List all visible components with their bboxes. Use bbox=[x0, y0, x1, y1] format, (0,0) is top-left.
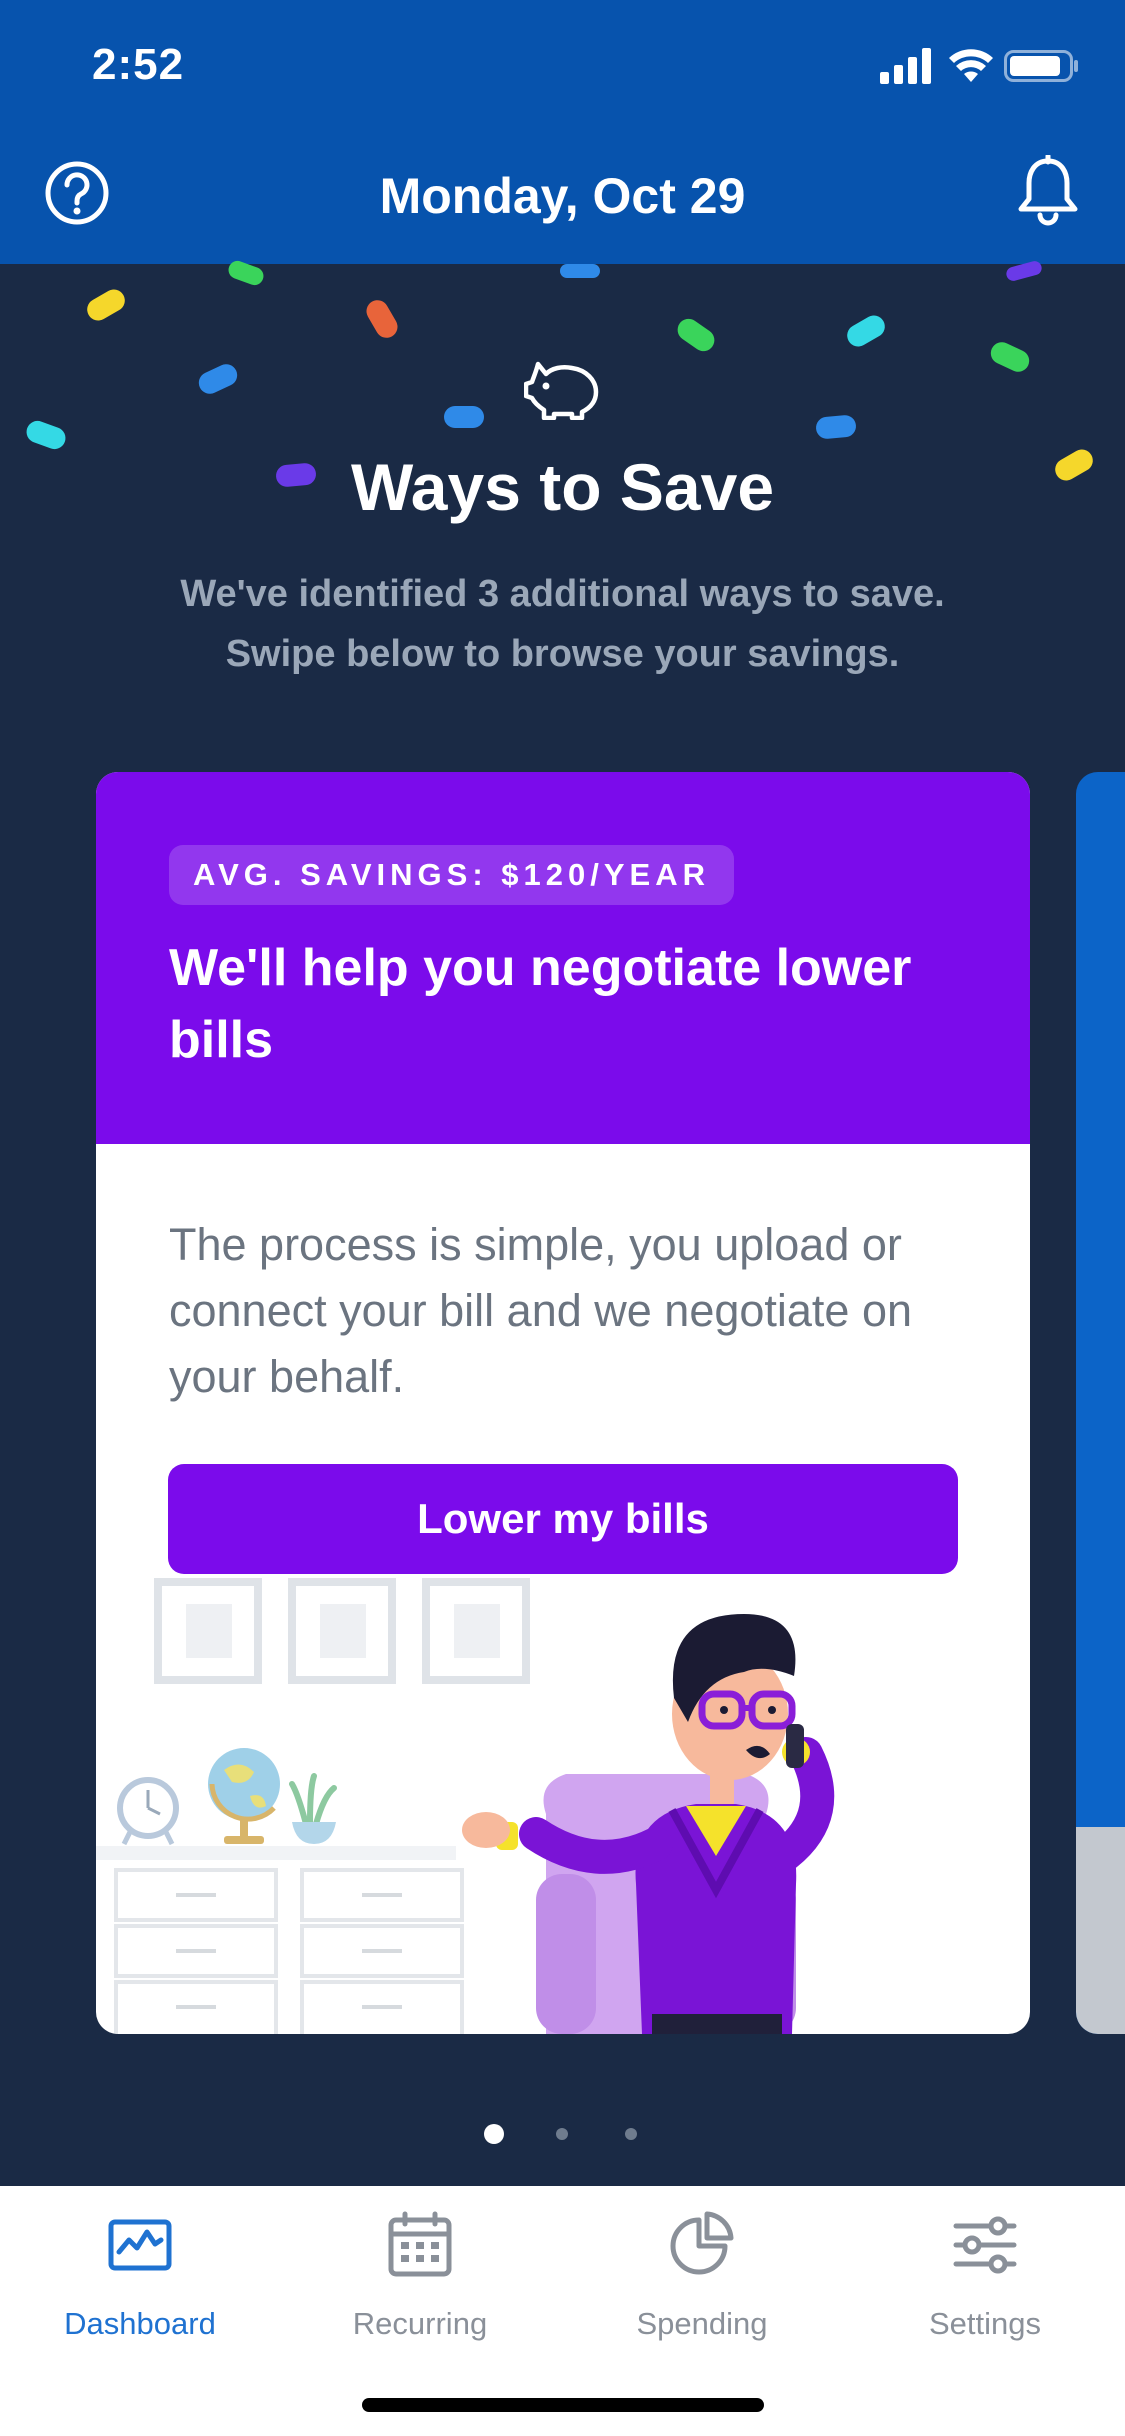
savings-card-title: We'll help you negotiate lower bills bbox=[169, 939, 912, 1069]
tab-label: Spending bbox=[636, 2306, 768, 2341]
savings-card[interactable]: AVG. SAVINGS: $120/YEAR We'll help you n… bbox=[96, 772, 1030, 2034]
next-card-image-area bbox=[1076, 1827, 1125, 2034]
negotiator-illustration bbox=[96, 1578, 835, 2034]
hero-title: Ways to Save bbox=[350, 450, 775, 524]
sliders-icon bbox=[953, 2216, 1017, 2274]
confetti bbox=[444, 406, 484, 428]
page-title: Monday, Oct 29 bbox=[379, 168, 746, 224]
hero-subtitle-line: We've identified 3 additional ways to sa… bbox=[180, 573, 945, 615]
avg-savings-badge: AVG. SAVINGS: $120/YEAR bbox=[169, 845, 734, 905]
top-header-area: 2:52 Monday, Oct 29 bbox=[0, 0, 1125, 264]
next-savings-card-peek[interactable] bbox=[1076, 772, 1125, 2034]
confetti bbox=[362, 296, 402, 342]
nav-header: Monday, Oct 29 bbox=[0, 135, 1125, 264]
carousel-pagination bbox=[0, 2120, 1125, 2150]
notifications-button[interactable] bbox=[1015, 153, 1081, 227]
tab-label: Recurring bbox=[352, 2306, 488, 2341]
piggy-bank-icon bbox=[524, 361, 599, 420]
status-time: 2:52 bbox=[92, 40, 185, 89]
dashboard-icon bbox=[108, 2219, 172, 2271]
status-bar: 2:52 bbox=[0, 0, 1125, 135]
cellular-signal-icon bbox=[880, 48, 931, 84]
hero-subtitle-line: Swipe below to browse your savings. bbox=[225, 633, 900, 675]
confetti bbox=[83, 285, 129, 325]
savings-card-header: AVG. SAVINGS: $120/YEAR We'll help you n… bbox=[96, 772, 1030, 1144]
tab-label: Settings bbox=[928, 2306, 1041, 2341]
confetti bbox=[843, 311, 889, 351]
tab-dashboard[interactable]: Dashboard bbox=[0, 2210, 280, 2341]
confetti bbox=[195, 360, 241, 398]
bell-icon bbox=[1018, 153, 1078, 226]
calendar-icon bbox=[388, 2211, 452, 2277]
wifi-icon bbox=[949, 49, 993, 82]
confetti bbox=[560, 264, 600, 278]
battery-icon bbox=[1004, 50, 1078, 82]
confetti bbox=[23, 417, 69, 453]
confetti bbox=[673, 314, 719, 356]
confetti bbox=[815, 414, 857, 440]
page-dot[interactable] bbox=[625, 2128, 637, 2140]
tab-spending[interactable]: Spending bbox=[562, 2210, 842, 2341]
hero-subtitle: We've identified 3 additional ways to sa… bbox=[0, 564, 1125, 684]
page-dot-active[interactable] bbox=[484, 2124, 504, 2144]
confetti bbox=[987, 338, 1033, 376]
page-dot[interactable] bbox=[556, 2128, 568, 2140]
tab-settings[interactable]: Settings bbox=[845, 2210, 1125, 2341]
pie-chart-icon bbox=[670, 2211, 734, 2275]
ways-to-save-hero: Ways to Save We've identified 3 addition… bbox=[0, 258, 1125, 734]
tab-label: Dashboard bbox=[64, 2306, 216, 2341]
tab-recurring[interactable]: Recurring bbox=[280, 2210, 560, 2341]
home-indicator[interactable] bbox=[362, 2398, 764, 2412]
lower-my-bills-button[interactable]: Lower my bills bbox=[168, 1464, 958, 1574]
savings-card-description: The process is simple, you upload or con… bbox=[169, 1219, 913, 1402]
